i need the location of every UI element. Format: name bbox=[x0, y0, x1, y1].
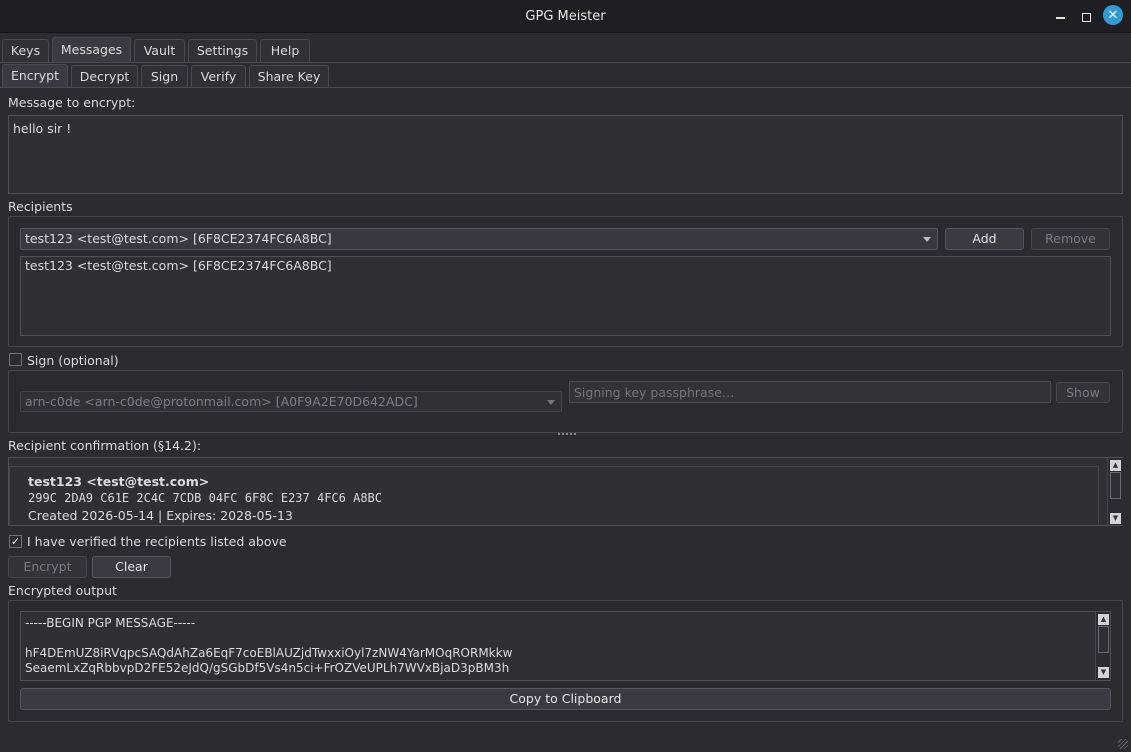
passphrase-input[interactable] bbox=[569, 381, 1051, 403]
output-scrollbar[interactable]: ▲ ▼ bbox=[1095, 612, 1110, 680]
confirmation-fingerprint: 299C 2DA9 C61E 2C4C 7CDB 04FC 6F8C E237 … bbox=[28, 491, 383, 505]
encrypt-button[interactable]: Encrypt bbox=[8, 556, 87, 578]
confirmation-box[interactable]: test123 <test@test.com> 299C 2DA9 C61E 2… bbox=[8, 457, 1123, 526]
add-recipient-button[interactable]: Add bbox=[945, 228, 1024, 250]
show-passphrase-button[interactable]: Show bbox=[1056, 382, 1110, 403]
tab-keys[interactable]: Keys bbox=[2, 39, 49, 63]
output-line: hF4DEmUZ8iRVqpcSAQdAhZa6EqF7coEBlAUZjdTw… bbox=[25, 646, 513, 660]
tab-settings[interactable]: Settings bbox=[188, 39, 257, 63]
message-input[interactable]: hello sir ! bbox=[8, 115, 1123, 194]
recipient-list[interactable]: test123 <test@test.com> [6F8CE2374FC6A8B… bbox=[20, 256, 1111, 336]
scroll-thumb[interactable] bbox=[1110, 472, 1121, 499]
subtab-verify[interactable]: Verify bbox=[191, 65, 246, 88]
verified-label: I have verified the recipients listed ab… bbox=[27, 534, 287, 549]
signing-key-select[interactable]: arn-c0de <arn-c0de@protonmail.com> [A0F9… bbox=[20, 391, 562, 412]
resize-grip-icon[interactable] bbox=[1118, 739, 1128, 749]
verified-checkbox[interactable]: ✓ bbox=[9, 535, 22, 548]
chevron-down-icon bbox=[547, 400, 555, 405]
output-line: SeaemLxZqRbbvpD2FE52eJdQ/gSGbDf5Vs4n5ci+… bbox=[25, 661, 510, 675]
recipient-select-value: test123 <test@test.com> [6F8CE2374FC6A8B… bbox=[25, 231, 332, 246]
recipients-label: Recipients bbox=[8, 199, 73, 214]
output-text[interactable]: -----BEGIN PGP MESSAGE----- hF4DEmUZ8iRV… bbox=[20, 611, 1111, 681]
recipient-select[interactable]: test123 <test@test.com> [6F8CE2374FC6A8B… bbox=[20, 228, 938, 250]
confirmation-scrollbar[interactable]: ▲ ▼ bbox=[1107, 458, 1123, 525]
tab-vault[interactable]: Vault bbox=[134, 39, 185, 63]
subtab-sign[interactable]: Sign bbox=[141, 65, 188, 88]
close-icon: ✕ bbox=[1107, 7, 1119, 23]
subtab-decrypt[interactable]: Decrypt bbox=[71, 65, 138, 88]
window-title: GPG Meister bbox=[525, 9, 606, 24]
confirmation-dates: Created 2026-05-14 | Expires: 2028-05-13 bbox=[28, 508, 293, 523]
output-line: -----BEGIN PGP MESSAGE----- bbox=[25, 616, 196, 630]
sign-label: Sign (optional) bbox=[27, 353, 119, 368]
scroll-down-icon[interactable]: ▼ bbox=[1110, 513, 1121, 524]
scroll-thumb[interactable] bbox=[1098, 626, 1109, 653]
output-label: Encrypted output bbox=[8, 583, 117, 598]
message-text: hello sir ! bbox=[13, 121, 72, 136]
subtab-encrypt[interactable]: Encrypt bbox=[2, 64, 68, 88]
tab-help[interactable]: Help bbox=[260, 39, 310, 63]
message-label: Message to encrypt: bbox=[8, 95, 136, 110]
scroll-up-icon[interactable]: ▲ bbox=[1098, 614, 1109, 625]
tab-messages[interactable]: Messages bbox=[52, 37, 131, 63]
sign-checkbox[interactable] bbox=[9, 353, 22, 366]
maximize-icon bbox=[1081, 12, 1091, 22]
copy-to-clipboard-button[interactable]: Copy to Clipboard bbox=[20, 688, 1111, 710]
signing-key-value: arn-c0de <arn-c0de@protonmail.com> [A0F9… bbox=[25, 394, 418, 409]
scroll-up-icon[interactable]: ▲ bbox=[1110, 460, 1121, 471]
list-item[interactable]: test123 <test@test.com> [6F8CE2374FC6A8B… bbox=[25, 258, 1106, 273]
confirmation-name: test123 <test@test.com> bbox=[28, 474, 210, 489]
clear-button[interactable]: Clear bbox=[92, 556, 171, 578]
maximize-button[interactable] bbox=[1075, 6, 1097, 28]
tabs-divider bbox=[0, 62, 1131, 63]
remove-recipient-button[interactable]: Remove bbox=[1031, 228, 1110, 250]
confirmation-label: Recipient confirmation (§14.2): bbox=[8, 438, 202, 453]
scroll-down-icon[interactable]: ▼ bbox=[1098, 667, 1109, 678]
chevron-down-icon bbox=[923, 237, 931, 242]
minimize-button[interactable] bbox=[1049, 6, 1071, 28]
subtab-share-key[interactable]: Share Key bbox=[249, 65, 329, 88]
splitter-handle[interactable] bbox=[558, 433, 576, 437]
subtabs-divider bbox=[0, 87, 1131, 88]
close-button[interactable]: ✕ bbox=[1103, 5, 1123, 25]
check-icon: ✓ bbox=[10, 535, 21, 548]
minimize-icon bbox=[1055, 17, 1065, 19]
